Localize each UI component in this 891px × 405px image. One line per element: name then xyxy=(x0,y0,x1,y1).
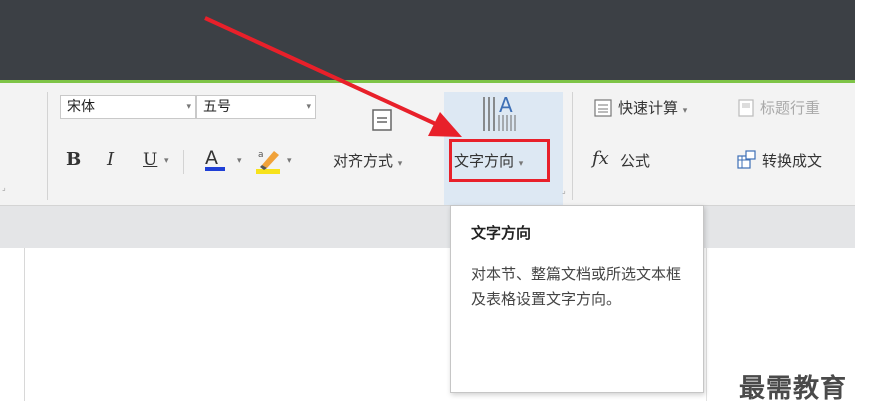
align-icon[interactable] xyxy=(370,108,394,132)
watermark: 最需教育 xyxy=(739,374,848,404)
tooltip: 文字方向 对本节、整篇文档或所选文本框及表格设置文字方向。 xyxy=(450,205,704,393)
chevron-down-icon: ▾ xyxy=(186,102,191,112)
bold-button[interactable]: B xyxy=(66,150,81,170)
svg-text:a: a xyxy=(258,150,264,160)
calculator-icon xyxy=(594,99,612,117)
underline-dropdown-icon[interactable]: ▾ xyxy=(164,156,169,166)
chevron-down-icon: ▾ xyxy=(397,159,403,169)
underline-button[interactable]: U xyxy=(143,150,157,170)
italic-button[interactable]: I xyxy=(107,150,114,170)
header-row-button[interactable]: 标题行重 xyxy=(760,98,820,118)
document-left-edge xyxy=(24,248,25,401)
text-direction-icon[interactable]: A xyxy=(481,93,521,135)
highlighter-icon[interactable]: a xyxy=(254,145,284,177)
chevron-down-icon: ▾ xyxy=(682,106,688,116)
quick-calc-label: 快速计算 xyxy=(618,99,679,117)
group-launcher-icon[interactable]: ⌟ xyxy=(562,186,566,195)
document-right-edge xyxy=(706,248,707,401)
align-button-label: 对齐方式 xyxy=(333,152,394,170)
font-name-value: 宋体 xyxy=(67,99,95,115)
formula-icon: fx xyxy=(592,148,609,169)
font-color-button[interactable]: A xyxy=(205,148,225,171)
formula-button[interactable]: 公式 xyxy=(620,151,650,171)
ribbon-footer xyxy=(0,205,855,248)
align-button[interactable]: 对齐方式 ▾ xyxy=(333,151,402,174)
font-name-combo[interactable]: 宋体 ▾ xyxy=(60,95,196,119)
quick-calc-button[interactable]: 快速计算 ▾ xyxy=(618,98,687,121)
tooltip-title: 文字方向 xyxy=(471,224,532,242)
right-margin-strip xyxy=(855,0,891,401)
ribbon-separator xyxy=(183,150,184,174)
font-size-combo[interactable]: 五号 ▾ xyxy=(196,95,316,119)
title-bar xyxy=(0,0,855,80)
chevron-down-icon: ▾ xyxy=(306,102,311,112)
font-color-dropdown-icon[interactable]: ▾ xyxy=(237,156,242,166)
highlight-box xyxy=(449,139,550,182)
header-row-icon xyxy=(737,99,755,117)
text-direction-icon-glyph: A xyxy=(499,93,513,117)
group-launcher-icon[interactable]: ⌟ xyxy=(2,183,6,192)
highlight-dropdown-icon[interactable]: ▾ xyxy=(287,156,292,166)
convert-icon xyxy=(737,150,757,170)
font-size-value: 五号 xyxy=(203,99,231,115)
tooltip-body: 对本节、整篇文档或所选文本框及表格设置文字方向。 xyxy=(471,265,682,308)
ribbon-separator xyxy=(572,92,573,200)
ribbon-separator xyxy=(47,92,48,200)
convert-button[interactable]: 转换成文 xyxy=(762,151,822,171)
font-color-glyph: A xyxy=(205,147,218,169)
